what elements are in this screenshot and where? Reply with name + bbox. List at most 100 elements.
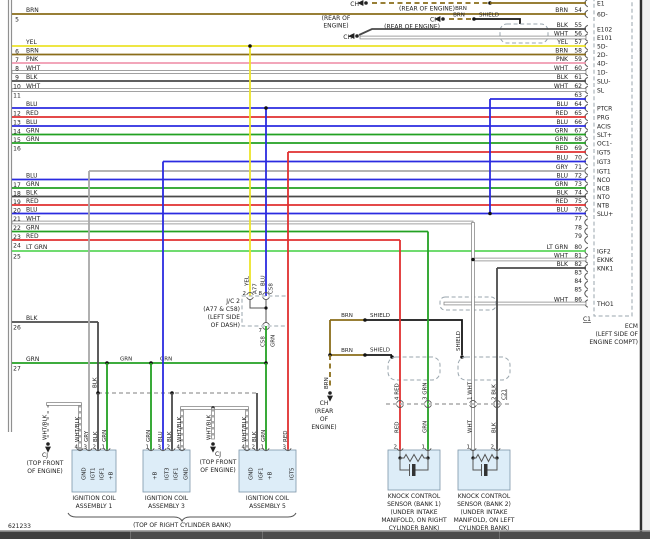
svg-text:(A77 & C58): (A77 & C58) bbox=[203, 306, 240, 313]
ecm-title: ECM bbox=[625, 323, 638, 330]
svg-text:KNOCK CONTROL: KNOCK CONTROL bbox=[458, 493, 511, 500]
svg-text:57: 57 bbox=[574, 39, 582, 46]
svg-text:OF ENGINE): OF ENGINE) bbox=[200, 467, 235, 474]
svg-text:BLK: BLK bbox=[557, 190, 569, 197]
wire-label-brn1: BRN bbox=[455, 6, 467, 12]
svg-text:GRN: GRN bbox=[26, 225, 39, 232]
svg-text:E1: E1 bbox=[597, 1, 605, 8]
svg-text:79: 79 bbox=[574, 233, 582, 240]
svg-text:WHT: WHT bbox=[26, 216, 40, 223]
svg-text:20: 20 bbox=[13, 208, 21, 215]
svg-text:OF DASH): OF DASH) bbox=[211, 322, 240, 329]
svg-text:RED: RED bbox=[395, 421, 401, 433]
svg-text:WHT: WHT bbox=[554, 65, 568, 72]
svg-text:19: 19 bbox=[13, 199, 21, 206]
svg-text:WHT: WHT bbox=[26, 65, 40, 72]
svg-text:1: 1 bbox=[261, 445, 265, 451]
svg-text:SLU+: SLU+ bbox=[597, 211, 613, 218]
svg-text:3: 3 bbox=[84, 445, 88, 451]
svg-text:75: 75 bbox=[574, 198, 582, 205]
svg-text:GRN: GRN bbox=[26, 128, 39, 135]
svg-text:GRN: GRN bbox=[555, 181, 568, 188]
svg-text:KNK1: KNK1 bbox=[597, 266, 613, 273]
horizontal-scrollbar[interactable] bbox=[0, 531, 650, 539]
svg-text:10: 10 bbox=[13, 84, 21, 91]
svg-text:RED: RED bbox=[26, 198, 39, 205]
svg-text:GRN: GRN bbox=[261, 430, 267, 442]
svg-text:2: 2 bbox=[252, 445, 256, 451]
svg-text:ENGINE): ENGINE) bbox=[311, 424, 336, 431]
svg-text:GRN: GRN bbox=[146, 430, 152, 442]
wire27-mid-label-2: GRN bbox=[160, 357, 172, 363]
jc2-wire-in2: BLU bbox=[261, 275, 267, 286]
svg-text:14: 14 bbox=[13, 129, 21, 136]
ecm-pin-labels: E1 BRN546D- BLK55E102 WHT56E101 YEL575D-… bbox=[547, 1, 615, 309]
svg-text:SHIELD: SHIELD bbox=[456, 331, 462, 351]
jc2-conn-out: C58 bbox=[261, 336, 267, 347]
svg-text:1 WHT: 1 WHT bbox=[468, 381, 474, 400]
svg-text:2: 2 bbox=[93, 445, 97, 451]
svg-text:58: 58 bbox=[574, 48, 582, 55]
svg-text:5: 5 bbox=[15, 17, 19, 24]
svg-text:GRY: GRY bbox=[556, 164, 568, 171]
svg-text:15: 15 bbox=[13, 137, 21, 144]
svg-text:SHIELD: SHIELD bbox=[370, 348, 390, 354]
svg-text:82: 82 bbox=[574, 261, 582, 268]
gnd1-wire-label: WHT/BLK bbox=[43, 414, 49, 440]
gnd1-id: CJ bbox=[42, 452, 48, 459]
svg-text:BRN: BRN bbox=[341, 348, 353, 354]
inline-connector-id: C21 bbox=[502, 389, 508, 400]
svg-text:RED: RED bbox=[283, 430, 289, 442]
gnd2-id: CJ bbox=[215, 451, 221, 458]
svg-text:BLU: BLU bbox=[556, 101, 568, 108]
svg-text:BLU: BLU bbox=[26, 207, 38, 214]
svg-text:BRN: BRN bbox=[555, 7, 568, 14]
svg-text:WHT: WHT bbox=[554, 83, 568, 90]
svg-text:13: 13 bbox=[13, 120, 21, 127]
svg-text:BLU: BLU bbox=[556, 119, 568, 126]
svg-text:KNOCK CONTROL: KNOCK CONTROL bbox=[388, 493, 441, 500]
svg-text:WHT/BLK: WHT/BLK bbox=[242, 416, 248, 442]
svg-text:SENSOR (BANK 1): SENSOR (BANK 1) bbox=[387, 501, 441, 508]
svg-text:4: 4 bbox=[75, 445, 79, 451]
svg-text:GRN: GRN bbox=[26, 181, 39, 188]
jc2-pin-in2: 8 bbox=[259, 291, 263, 297]
knock-sensor-bank1: 2 1 KNOCK CONTROL SENSOR (BANK 1) (UNDER… bbox=[381, 445, 447, 533]
doc-number: 621233 bbox=[8, 523, 31, 530]
svg-text:83: 83 bbox=[574, 270, 582, 277]
svg-text:GRN: GRN bbox=[423, 421, 429, 433]
svg-text:ASSEMBLY 5: ASSEMBLY 5 bbox=[249, 503, 286, 510]
svg-text:RED: RED bbox=[26, 233, 39, 240]
svg-text:WHT: WHT bbox=[468, 419, 474, 433]
svg-text:(UNDER INTAKE: (UNDER INTAKE bbox=[461, 509, 508, 516]
svg-text:GRN: GRN bbox=[26, 136, 39, 143]
wiring-diagram: C1 ECM (LEFT SIDE OF ENGINE COMPT) CH (R… bbox=[0, 0, 650, 539]
svg-text:BLK: BLK bbox=[93, 431, 99, 442]
svg-text:GRN: GRN bbox=[555, 136, 568, 143]
svg-text:78: 78 bbox=[574, 225, 582, 232]
svg-text:SLU-: SLU- bbox=[597, 79, 610, 86]
svg-text:80: 80 bbox=[574, 244, 582, 251]
svg-text:18: 18 bbox=[13, 191, 21, 198]
shield-label-top: SHIELD bbox=[479, 13, 499, 19]
svg-text:RED: RED bbox=[555, 198, 568, 205]
svg-text:76: 76 bbox=[574, 207, 582, 214]
svg-text:OC1-: OC1- bbox=[597, 141, 612, 148]
svg-text:54: 54 bbox=[574, 7, 582, 14]
svg-text:ASSEMBLY 3: ASSEMBLY 3 bbox=[148, 503, 185, 510]
svg-text:+B: +B bbox=[109, 471, 115, 480]
svg-text:WHT/BLK: WHT/BLK bbox=[177, 416, 183, 442]
svg-text:ASSEMBLY 1: ASSEMBLY 1 bbox=[76, 503, 113, 510]
svg-text:IGNITION COIL: IGNITION COIL bbox=[246, 495, 290, 502]
svg-text:GND: GND bbox=[82, 467, 88, 480]
wire27-mid-label-1: GRN bbox=[120, 357, 132, 363]
svg-text:LT GRN: LT GRN bbox=[547, 244, 568, 251]
svg-text:NCB: NCB bbox=[597, 186, 610, 193]
svg-text:BRN: BRN bbox=[555, 48, 568, 55]
svg-text:55: 55 bbox=[574, 22, 582, 29]
wire-label-brn2: BRN bbox=[453, 13, 465, 19]
svg-text:3: 3 bbox=[283, 445, 287, 451]
svg-text:PTCR: PTCR bbox=[597, 106, 612, 113]
ecm-connector-id: C1 bbox=[583, 316, 591, 323]
jc2-pin-out: 7 bbox=[259, 328, 263, 334]
